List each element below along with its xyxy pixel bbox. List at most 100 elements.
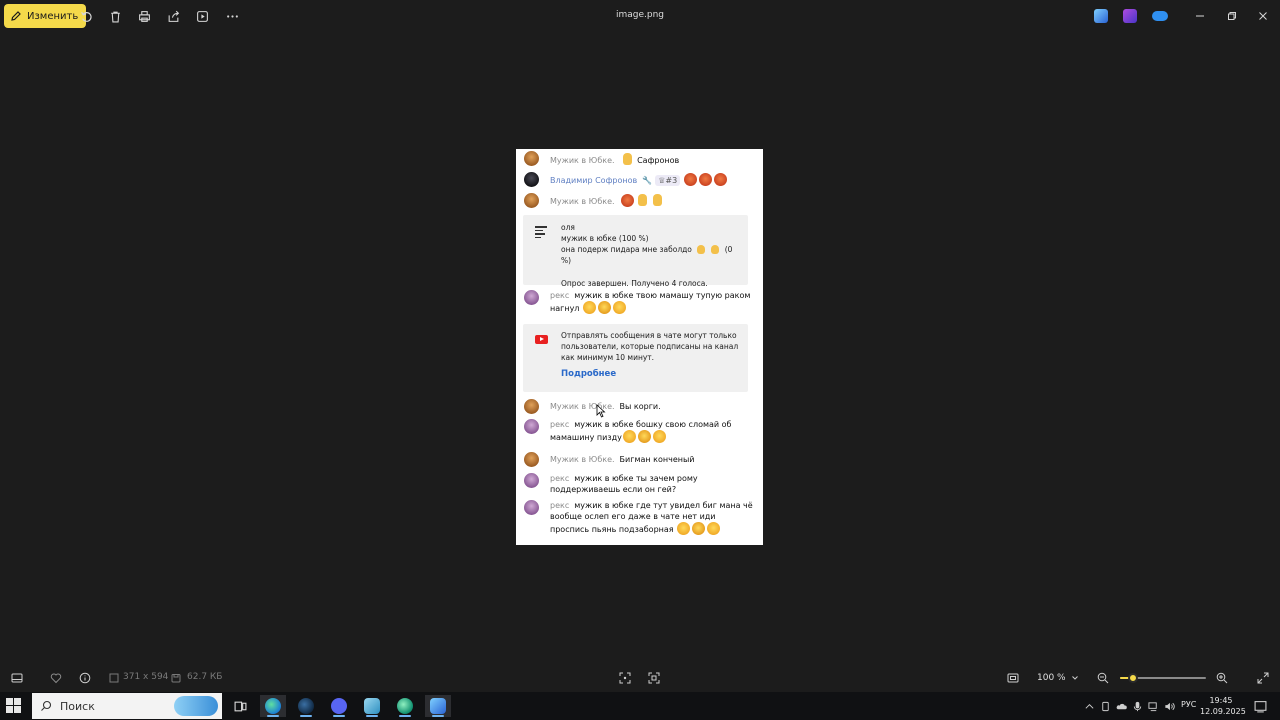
avatar xyxy=(524,500,539,515)
zoom-out-icon[interactable] xyxy=(1096,671,1110,685)
slideshow-icon[interactable] xyxy=(194,8,210,24)
photos-app-icon[interactable] xyxy=(1094,9,1108,23)
message-author: Мужик в Юбке. xyxy=(550,455,615,464)
chat-message: рекс мужик в юбке бошку свою сломай об ма… xyxy=(524,419,756,447)
zoom-value: 100 % xyxy=(1037,673,1066,683)
search-placeholder: Поиск xyxy=(60,699,95,713)
avatar xyxy=(524,473,539,488)
network-icon[interactable] xyxy=(1147,700,1159,712)
angry-emoji-icon xyxy=(684,173,698,186)
input-language[interactable]: РУС xyxy=(1181,700,1196,709)
poll-title: оля xyxy=(561,223,575,232)
rofl-emoji-icon xyxy=(636,428,653,445)
taskbar-clock[interactable]: 19:45 12.09.2025 xyxy=(1200,695,1246,717)
microphone-icon[interactable] xyxy=(1131,700,1143,712)
clap-emoji-icon xyxy=(711,245,720,254)
filmstrip-icon[interactable] xyxy=(10,671,24,685)
poll-status: Опрос завершен. Получено 4 голоса. xyxy=(561,279,708,288)
rotate-icon[interactable] xyxy=(78,8,94,24)
photos-taskbar-icon[interactable] xyxy=(425,695,451,717)
fit-to-window-icon[interactable] xyxy=(618,671,632,685)
chat-message: Мужик в Юбке. xyxy=(524,193,756,209)
print-icon[interactable] xyxy=(136,8,152,24)
edit-icon xyxy=(11,11,21,21)
actual-size-icon[interactable] xyxy=(647,671,661,685)
zoom-dropdown[interactable]: 100 % xyxy=(1031,669,1085,687)
poll-icon xyxy=(535,226,547,240)
laughing-emoji-icon xyxy=(582,301,596,314)
edge-dev-icon[interactable] xyxy=(392,695,418,717)
delete-icon[interactable] xyxy=(107,8,123,24)
message-text: Бигман конченый xyxy=(619,455,695,464)
notice-text: Отправлять сообщения в чате могут только… xyxy=(561,331,739,362)
taskbar-search-box[interactable]: Поиск xyxy=(32,693,222,719)
message-author: рекс xyxy=(550,420,570,429)
image-dimensions: 371 x 594 xyxy=(123,672,169,682)
dimensions-icon xyxy=(107,671,121,685)
message-author: Мужик в Юбке. xyxy=(550,197,615,206)
chevron-down-icon xyxy=(1072,676,1078,680)
middle-finger-emoji-icon xyxy=(652,194,662,206)
avatar xyxy=(524,151,539,166)
chat-message: рекс мужик в юбке ты зачем рому поддержив… xyxy=(524,473,756,497)
chat-message: Мужик в Юбке. Бигман конченый xyxy=(524,452,756,468)
member-badge: ♕#3 xyxy=(655,175,681,186)
windows-start-icon[interactable] xyxy=(6,698,22,714)
info-icon[interactable] xyxy=(78,671,92,685)
minimize-icon[interactable] xyxy=(1192,8,1208,24)
wrench-icon: 🔧 xyxy=(642,176,653,185)
fit-view-icon[interactable] xyxy=(1006,671,1020,685)
windows-taskbar: Поиск xyxy=(0,692,1280,720)
restore-icon[interactable] xyxy=(1224,8,1240,24)
close-icon[interactable] xyxy=(1255,8,1271,24)
volume-icon[interactable] xyxy=(1163,700,1175,712)
laughing-emoji-icon xyxy=(677,522,691,535)
favorite-heart-icon[interactable] xyxy=(49,671,63,685)
zoom-slider-thumb[interactable] xyxy=(1127,673,1138,683)
onedrive-icon[interactable] xyxy=(1152,11,1168,21)
message-text: мужик в юбке ты зачем рому поддерживаешь… xyxy=(550,474,698,494)
edit-button[interactable]: Изменить xyxy=(4,4,87,28)
message-author: рекс xyxy=(550,501,570,510)
window-title: image.png xyxy=(615,10,665,20)
zoom-slider[interactable] xyxy=(1120,673,1206,683)
avatar xyxy=(524,399,539,414)
onedrive-tray-icon[interactable] xyxy=(1115,700,1127,712)
chat-message: Мужик в Юбке. Вы корги. xyxy=(524,399,756,415)
angry-emoji-icon xyxy=(714,173,728,186)
discord-icon[interactable] xyxy=(326,695,352,717)
task-view-icon[interactable] xyxy=(227,695,253,717)
laughing-emoji-icon xyxy=(622,430,636,443)
rofl-emoji-icon xyxy=(596,299,613,316)
image-canvas[interactable]: Мужик в Юбке. Сафронов Владимир Софронов… xyxy=(516,149,763,545)
edge-browser-icon[interactable] xyxy=(260,695,286,717)
angry-emoji-icon xyxy=(699,173,713,186)
poll-option: она подерж пидара мне заболдо (0 %) xyxy=(561,245,733,265)
message-author: рекс xyxy=(550,474,570,483)
notepad-icon[interactable] xyxy=(359,695,385,717)
clap-emoji-icon xyxy=(697,245,706,254)
share-icon[interactable] xyxy=(165,8,181,24)
clipchamp-icon[interactable] xyxy=(1123,9,1137,23)
avatar xyxy=(524,419,539,434)
message-author: Мужик в Юбке. xyxy=(550,156,615,165)
clock-time: 19:45 xyxy=(1209,696,1233,705)
learn-more-link[interactable]: Подробнее xyxy=(561,369,740,380)
search-highlight-image xyxy=(174,696,218,716)
zoom-in-icon[interactable] xyxy=(1215,671,1229,685)
more-options-icon[interactable] xyxy=(224,8,240,24)
message-text: Сафронов xyxy=(637,156,680,165)
angry-emoji-icon xyxy=(620,194,634,207)
edit-button-label: Изменить xyxy=(27,10,79,22)
notifications-icon[interactable] xyxy=(1253,699,1267,713)
fullscreen-icon[interactable] xyxy=(1256,671,1270,685)
steam-icon[interactable] xyxy=(293,695,319,717)
top-toolbar: Изменить image.png xyxy=(0,0,1280,33)
show-hidden-icons-chevron-up-icon[interactable] xyxy=(1083,700,1095,712)
avatar xyxy=(524,172,539,187)
file-size: 62.7 КБ xyxy=(187,672,223,682)
chat-message: рекс мужик в юбке твою мамашу тупую раком… xyxy=(524,290,756,318)
clock-date: 12.09.2025 xyxy=(1200,707,1246,716)
chat-message: Мужик в Юбке. Сафронов xyxy=(524,151,756,167)
device-icon[interactable] xyxy=(1099,700,1111,712)
